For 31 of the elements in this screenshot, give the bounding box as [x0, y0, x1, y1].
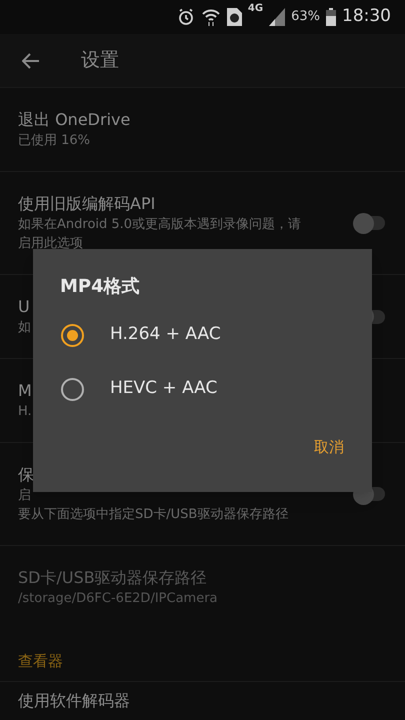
sim-card-icon	[226, 8, 242, 26]
option-label[interactable]: HEVC + AAC	[110, 376, 218, 402]
signal-icon	[269, 8, 286, 26]
setting-description: 如	[18, 319, 31, 337]
network-type: 4G	[248, 2, 264, 16]
setting-title[interactable]: 使用旧版编解码API	[18, 193, 156, 215]
toggle-switch[interactable]	[353, 212, 387, 234]
setting-title[interactable]: 使用软件解码器	[18, 690, 130, 712]
setting-title[interactable]: U	[18, 296, 30, 318]
setting-description: /storage/D6FC-6E2D/IPCamera	[18, 590, 218, 608]
setting-description: 要从下面选项中指定SD卡/USB驱动器保存路径	[18, 506, 288, 524]
wifi-icon	[200, 8, 221, 26]
alarm-icon	[176, 8, 195, 26]
setting-description: 如果在Android 5.0或更高版本遇到录像问题，请启用此选项	[18, 216, 302, 253]
setting-description: H.	[18, 403, 32, 421]
back-arrow-icon[interactable]	[22, 52, 40, 68]
setting-title[interactable]: 保	[18, 464, 34, 486]
setting-title[interactable]: 退出 OneDrive	[18, 109, 130, 131]
battery-percent: 63%	[291, 8, 320, 26]
radio-button[interactable]	[61, 324, 84, 346]
cancel-button[interactable]: 取消	[314, 436, 344, 458]
dialog-title: MP4格式	[60, 275, 141, 299]
section-header: 查看器	[18, 652, 63, 670]
toolbar-title: 设置	[81, 48, 119, 74]
setting-description: 启	[18, 487, 31, 505]
setting-description: 已使用 16%	[18, 132, 90, 150]
battery-icon	[326, 8, 336, 26]
option-label[interactable]: H.264 + AAC	[110, 322, 221, 348]
setting-title[interactable]: M	[18, 380, 32, 402]
clock: 18:30	[342, 5, 391, 28]
radio-button[interactable]	[61, 378, 84, 400]
